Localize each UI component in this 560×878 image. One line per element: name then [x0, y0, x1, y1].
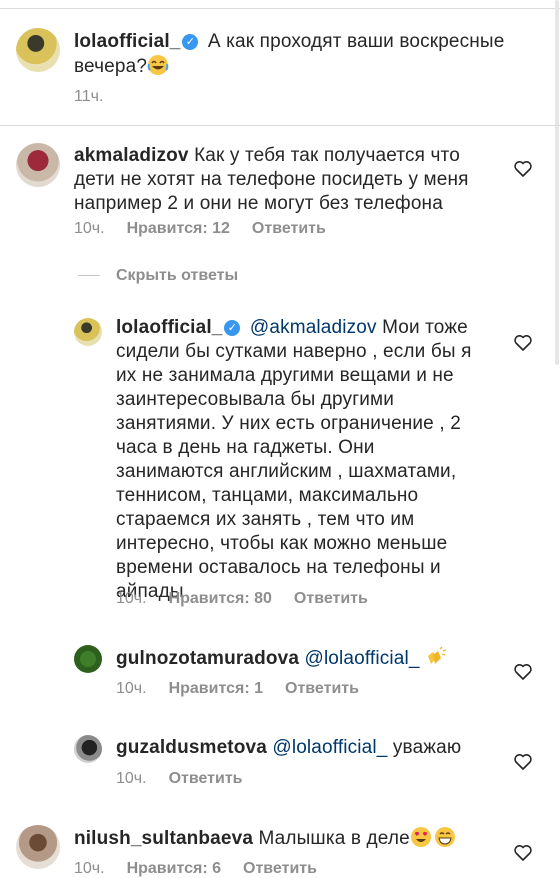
mention-link[interactable]: @lolaofficial_: [305, 648, 420, 669]
verified-badge-icon: ✓: [182, 34, 199, 50]
caption-line-1: А как проходят ваши воскресные: [207, 31, 505, 52]
reply-line: сидели бы сутками наверно , если бы я: [116, 341, 472, 362]
hide-replies-button[interactable]: Скрыть ответы: [116, 267, 238, 285]
comment-line: например 2 и они не могут без телефона: [74, 193, 443, 214]
reply-likes[interactable]: Нравится: 80: [169, 590, 272, 607]
reply-line: их не занимала другими вещами и не: [116, 365, 454, 386]
hide-replies-line: [78, 275, 100, 276]
reply-time: 10ч.: [116, 680, 147, 697]
reply-username[interactable]: lolaofficial_: [116, 317, 222, 338]
heart-outline-icon[interactable]: [513, 333, 533, 353]
avatar-nilush-sultanbaeva[interactable]: [16, 825, 60, 869]
caption-text: lolaofficial_ ✓ А как проходят ваши воскр…: [74, 30, 534, 83]
heart-eyes-emoji: [410, 826, 432, 855]
reply-button[interactable]: Ответить: [169, 770, 243, 787]
avatar-akmaladizov[interactable]: [16, 143, 60, 187]
reply-meta: 10ч. Нравится: 1 Ответить: [116, 680, 359, 698]
comment-likes[interactable]: Нравится: 12: [127, 220, 230, 237]
reply-line: теннисом, танцами, максимально: [116, 485, 419, 506]
reply-likes[interactable]: Нравится: 1: [169, 680, 263, 697]
comment-line: Малышка в деле: [258, 828, 410, 849]
caption-username[interactable]: lolaofficial_: [74, 31, 180, 52]
comment-meta: 10ч. Нравится: 6 Ответить: [74, 860, 317, 878]
reply-line: Мои тоже: [382, 317, 468, 338]
comment-username[interactable]: nilush_sultanbaeva: [74, 828, 253, 849]
mention-link[interactable]: @lolaofficial_: [272, 737, 387, 758]
reply-text: lolaofficial_ ✓ @akmaladizov Мои тоже сид…: [116, 316, 496, 604]
comment-time: 10ч.: [74, 220, 105, 237]
avatar-gulnozotamuradova[interactable]: [74, 645, 102, 673]
scrollbar[interactable]: [555, 0, 559, 365]
avatar-lolaofficial[interactable]: [16, 28, 60, 72]
reply-time: 10ч.: [116, 590, 147, 607]
avatar-lolaofficial[interactable]: [74, 318, 102, 346]
reply-button[interactable]: Ответить: [294, 590, 368, 607]
reply-text: gulnozotamuradova @lolaofficial_: [116, 646, 506, 675]
reply-button[interactable]: Ответить: [243, 860, 317, 877]
reply-line: интересно, чтобы как можно меньше: [116, 533, 448, 554]
comment-text: nilush_sultanbaeva Малышка в деле: [74, 826, 504, 855]
divider: [0, 125, 560, 126]
verified-badge-icon: ✓: [224, 320, 241, 336]
reply-meta: 10ч. Ответить: [116, 770, 243, 788]
avatar-guzaldusmetova[interactable]: [74, 735, 102, 763]
reply-username[interactable]: guzaldusmetova: [116, 737, 267, 758]
reply-line: занятиями. У них есть ограничение , 2: [116, 413, 461, 434]
comment-likes[interactable]: Нравится: 6: [127, 860, 221, 877]
comment-username[interactable]: akmaladizov: [74, 145, 189, 166]
comment-line: Как у тебя так получается что: [194, 145, 460, 166]
mention-link[interactable]: @akmaladizov: [250, 317, 377, 338]
reply-time: 10ч.: [116, 770, 147, 787]
comment-line: дети не хотят на телефоне посидеть у мен…: [74, 169, 469, 190]
reply-username[interactable]: gulnozotamuradova: [116, 648, 299, 669]
caption-line-2: вечера?: [74, 56, 148, 77]
heart-outline-icon[interactable]: [513, 752, 533, 772]
heart-outline-icon[interactable]: [513, 662, 533, 682]
reply-line: заинтересовывала бы другими: [116, 389, 395, 410]
heart-outline-icon[interactable]: [513, 159, 533, 179]
laughing-emoji: [147, 54, 169, 83]
comment-meta: 10ч. Нравится: 12 Ответить: [74, 220, 326, 238]
reply-line: занимаются английским , шахматами,: [116, 461, 457, 482]
caption-time: 11ч.: [74, 88, 104, 105]
reply-text: guzaldusmetova @lolaofficial_ уважаю: [116, 736, 506, 760]
top-border: [0, 0, 560, 9]
reply-button[interactable]: Ответить: [285, 680, 359, 697]
reply-line: часа в день на гаджеты. Они: [116, 437, 375, 458]
reply-line: времени оставалось на телефоны и: [116, 557, 441, 578]
comment-time: 10ч.: [74, 860, 105, 877]
grinning-emoji: [434, 826, 456, 855]
reply-line: стараемся их занять , тем что им: [116, 509, 415, 530]
heart-outline-icon[interactable]: [513, 843, 533, 863]
clapping-hands-emoji: [425, 646, 447, 675]
reply-button[interactable]: Ответить: [252, 220, 326, 237]
comment-text: akmaladizov Как у тебя так получается чт…: [74, 144, 504, 216]
reply-line: уважаю: [392, 737, 462, 758]
reply-meta: 10ч. Нравится: 80 Ответить: [116, 590, 368, 608]
